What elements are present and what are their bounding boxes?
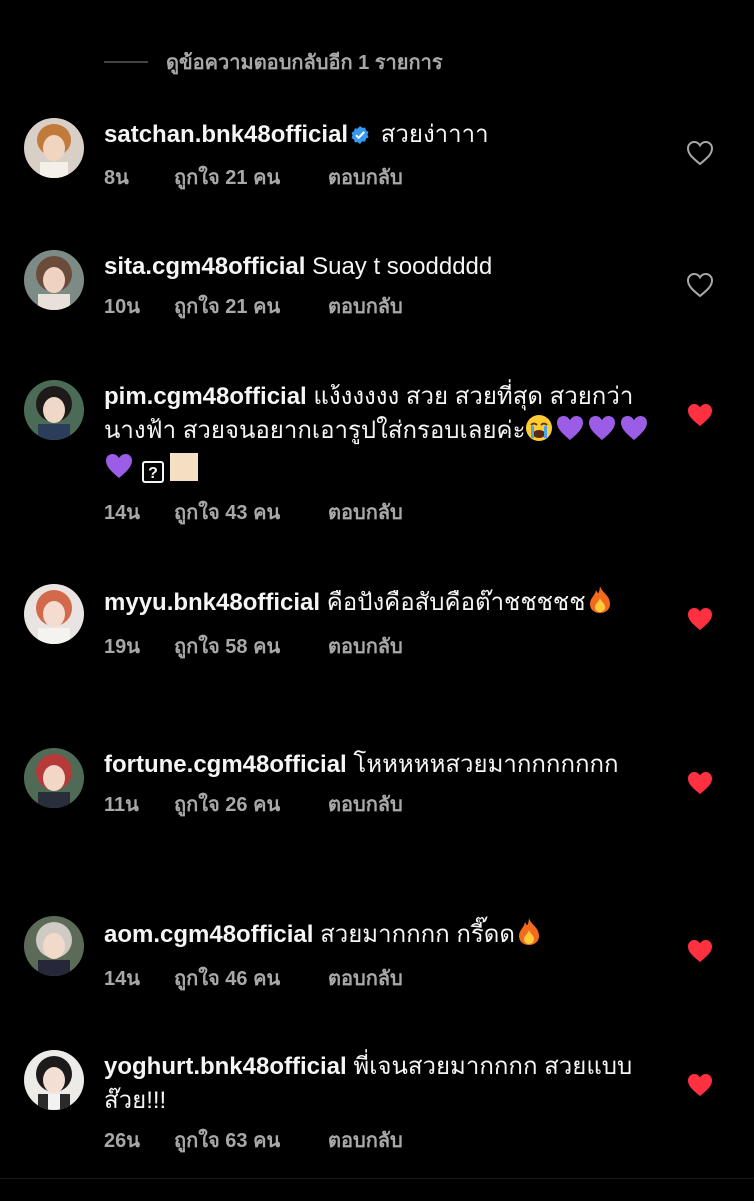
comment-like-count[interactable]: ถูกใจ 63 คน [174,1124,328,1156]
loudly-crying-face-emoji [525,414,553,452]
comment-time: 19น [104,636,140,658]
fire-emoji [515,916,543,956]
avatar[interactable] [24,584,84,644]
comment-text: คือปังคือสับคือต๊าชชชชช [326,589,586,616]
comment-username[interactable]: aom.cgm48official [104,921,313,948]
heart-filled-icon[interactable] [686,770,714,796]
comment-username[interactable]: sita.cgm48official [104,253,305,280]
view-more-replies-label: ดูข้อความตอบกลับอีก 1 รายการ [166,52,443,74]
fire-emoji [586,584,614,624]
comment-username[interactable]: myyu.bnk48official [104,589,320,616]
comment-time: 14น [104,968,140,990]
reply-button[interactable]: ตอบกลับ [328,161,403,193]
reply-button[interactable]: ตอบกลับ [328,630,403,662]
comment-like-count[interactable]: ถูกใจ 21 คน [174,161,328,193]
comment-time: 10น [104,296,140,318]
verified-badge-icon [350,121,370,155]
reply-button[interactable]: ตอบกลับ [328,788,403,820]
avatar[interactable] [24,748,84,808]
comment-like-count[interactable]: ถูกใจ 21 คน [174,290,328,322]
reply-button[interactable]: ตอบกลับ [328,496,403,528]
comment-like-count[interactable]: ถูกใจ 46 คน [174,962,328,994]
comment-username[interactable]: satchan.bnk48official [104,121,348,148]
comment-time: 8น [104,167,129,189]
purple-heart-emoji [104,452,134,490]
purple-heart-emoji [619,414,649,452]
comment-username[interactable]: yoghurt.bnk48official [104,1053,347,1080]
view-more-replies[interactable]: ดูข้อความตอบกลับอีก 1 รายการ [104,46,443,78]
comment-text: โหหหหหสวยมากกกกกกก [353,751,619,778]
comment-time: 14น [104,502,140,524]
divider-line [104,61,148,63]
bottom-edge [0,1178,754,1201]
unknown-glyph-box: ? [142,461,164,483]
heart-filled-icon[interactable] [686,1072,714,1098]
heart-filled-icon[interactable] [686,938,714,964]
comment-like-count[interactable]: ถูกใจ 58 คน [174,630,328,662]
avatar[interactable] [24,118,84,178]
reply-button[interactable]: ตอบกลับ [328,1124,403,1156]
comment-like-count[interactable]: ถูกใจ 43 คน [174,496,328,528]
comment-text: สวยง่าาาา [380,121,489,148]
avatar[interactable] [24,250,84,310]
avatar[interactable] [24,1050,84,1110]
purple-heart-emoji [555,414,585,452]
heart-outline-icon[interactable] [686,272,714,298]
comment-time: 26น [104,1130,140,1152]
heart-outline-icon[interactable] [686,140,714,166]
comment-time: 11น [104,794,139,816]
reply-button[interactable]: ตอบกลับ [328,290,403,322]
heart-filled-icon[interactable] [686,402,714,428]
comment-text: Suay t sooddddd [312,253,493,280]
purple-heart-emoji [587,414,617,452]
comment-text: สวยมากกกก กรี๊ดด [320,921,515,948]
comment-username[interactable]: pim.cgm48official [104,383,307,410]
skin-tone-swatch [170,453,198,481]
avatar[interactable] [24,380,84,440]
avatar[interactable] [24,916,84,976]
comment-like-count[interactable]: ถูกใจ 26 คน [174,788,328,820]
heart-filled-icon[interactable] [686,606,714,632]
reply-button[interactable]: ตอบกลับ [328,962,403,994]
comment-username[interactable]: fortune.cgm48official [104,751,347,778]
